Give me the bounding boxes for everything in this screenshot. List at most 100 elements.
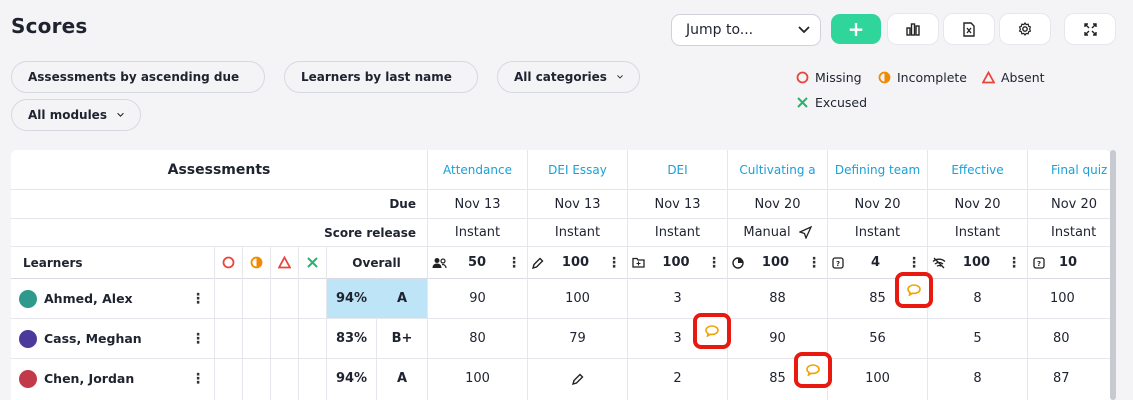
column-release: Instant [454, 225, 501, 240]
overall-grade: A [396, 291, 408, 306]
learner-name[interactable]: Ahmed, Alex [44, 279, 194, 318]
column-release: Manual [743, 225, 791, 240]
column-release: Instant [554, 225, 601, 240]
column-menu-icon[interactable]: ⋮ [607, 255, 621, 271]
overall-header: Overall [352, 255, 401, 270]
learner-name[interactable]: Chen, Jordan [44, 359, 194, 398]
score-cell[interactable]: 80 [428, 319, 527, 358]
learners-sort-label: Learners by last name [301, 70, 452, 84]
column-title-dei-essay[interactable]: DEI Essay [528, 150, 627, 189]
export-button[interactable] [944, 14, 994, 44]
excused-column-icon[interactable] [298, 247, 326, 278]
column-points: 50 [467, 255, 487, 270]
settings-button[interactable] [1000, 14, 1050, 44]
column-points-dei: 100 ⋮ [628, 247, 727, 278]
comment-indicator[interactable] [693, 313, 731, 349]
excel-file-icon [963, 21, 975, 37]
column-menu-icon[interactable]: ⋮ [807, 255, 821, 271]
categories-filter[interactable]: All categories [497, 61, 640, 93]
page-title: Scores [11, 14, 88, 38]
column-due: Nov 20 [754, 196, 801, 212]
overall-grade: A [396, 371, 408, 386]
assessments-sort-label: Assessments by ascending due [28, 70, 240, 84]
overall-grade: B+ [391, 331, 413, 346]
column-points: 4 [870, 255, 881, 270]
jump-to-label: Jump to... [686, 22, 754, 38]
column-points: 100 [761, 255, 790, 270]
learner-menu-icon[interactable]: ⋮ [191, 319, 205, 358]
column-due: Nov 13 [654, 196, 701, 212]
column-menu-icon[interactable]: ⋮ [1007, 255, 1021, 271]
comment-indicator[interactable] [895, 272, 933, 308]
score-cell[interactable]: 80 [1028, 319, 1111, 358]
pie-icon [732, 256, 744, 269]
score-cell[interactable]: 5 [928, 319, 1027, 358]
column-menu-icon[interactable]: ⋮ [907, 255, 921, 271]
legend-incomplete: Incomplete [878, 70, 967, 85]
legend-excused-label: Excused [815, 95, 868, 110]
assessments-sort-filter[interactable]: Assessments by ascending due [11, 61, 265, 93]
jump-to-select[interactable]: Jump to... [671, 14, 821, 46]
statistics-button[interactable] [888, 14, 938, 44]
column-title-cultivating[interactable]: Cultivating a [728, 150, 827, 189]
column-menu-icon[interactable]: ⋮ [707, 255, 721, 271]
score-cell[interactable]: 100 [528, 279, 627, 318]
excused-x-icon [306, 257, 318, 268]
score-cell[interactable]: 8 [928, 359, 1027, 398]
comment-icon [806, 364, 820, 376]
score-cell[interactable]: 100 [1028, 279, 1111, 318]
comment-indicator[interactable] [794, 352, 832, 388]
add-button[interactable]: + [831, 14, 881, 44]
incomplete-half-circle-icon [878, 71, 891, 84]
vertical-scrollbar[interactable] [1110, 150, 1116, 400]
column-points-effective: 100 ⋮ [928, 247, 1027, 278]
learners-sort-filter[interactable]: Learners by last name [284, 61, 478, 93]
score-cell-edit[interactable] [528, 359, 627, 398]
column-title-attendance[interactable]: Attendance [428, 150, 527, 189]
incomplete-column-icon[interactable] [242, 247, 270, 278]
score-cell[interactable]: 8 [928, 279, 1027, 318]
score-cell[interactable]: 87 [1028, 359, 1111, 398]
column-release: Instant [854, 225, 901, 240]
wifi-off-icon [932, 257, 946, 268]
column-title-dei[interactable]: DEI [628, 150, 727, 189]
missing-column-icon[interactable] [214, 247, 242, 278]
column-title-defining-team[interactable]: Defining team [828, 150, 927, 189]
column-points-final-quiz: ? 10 [1028, 247, 1111, 278]
svg-text:?: ? [1037, 260, 1041, 268]
column-release-manual: Manual [728, 219, 827, 246]
assessments-header: Assessments [167, 161, 271, 178]
score-cell[interactable]: 79 [528, 319, 627, 358]
score-cell[interactable]: 56 [828, 319, 927, 358]
score-release-label: Score release [324, 225, 416, 240]
column-points-dei-essay: 100 ⋮ [528, 247, 627, 278]
avatar [19, 330, 37, 348]
column-due: Nov 13 [454, 196, 501, 212]
learner-name[interactable]: Cass, Meghan [44, 319, 194, 358]
score-cell[interactable]: 100 [828, 359, 927, 398]
legend-absent: Absent [982, 70, 1045, 85]
fullscreen-button[interactable] [1065, 14, 1115, 44]
folder-icon [632, 257, 645, 268]
column-points: 100 [662, 255, 690, 270]
column-title-effective[interactable]: Effective [928, 150, 1027, 189]
legend-excused: Excused [796, 95, 867, 110]
learner-menu-icon[interactable]: ⋮ [191, 359, 205, 398]
avatar [19, 290, 37, 308]
learner-menu-icon[interactable]: ⋮ [191, 279, 205, 318]
send-icon[interactable] [798, 226, 812, 239]
column-menu-icon[interactable]: ⋮ [507, 255, 521, 271]
overall-percent: 94% [335, 291, 368, 306]
column-points: 100 [962, 255, 991, 270]
column-points: 100 [561, 255, 590, 270]
score-cell[interactable]: 90 [428, 279, 527, 318]
legend-missing: Missing [796, 70, 862, 85]
score-cell[interactable]: 88 [728, 279, 827, 318]
absent-column-icon[interactable] [270, 247, 298, 278]
score-cell[interactable]: 2 [628, 359, 727, 398]
overall-percent: 94% [335, 371, 368, 386]
column-points-cultivating: 100 ⋮ [728, 247, 827, 278]
score-cell[interactable]: 100 [428, 359, 527, 398]
column-title-final-quiz[interactable]: Final quiz [1028, 150, 1111, 189]
modules-filter[interactable]: All modules [11, 99, 141, 131]
